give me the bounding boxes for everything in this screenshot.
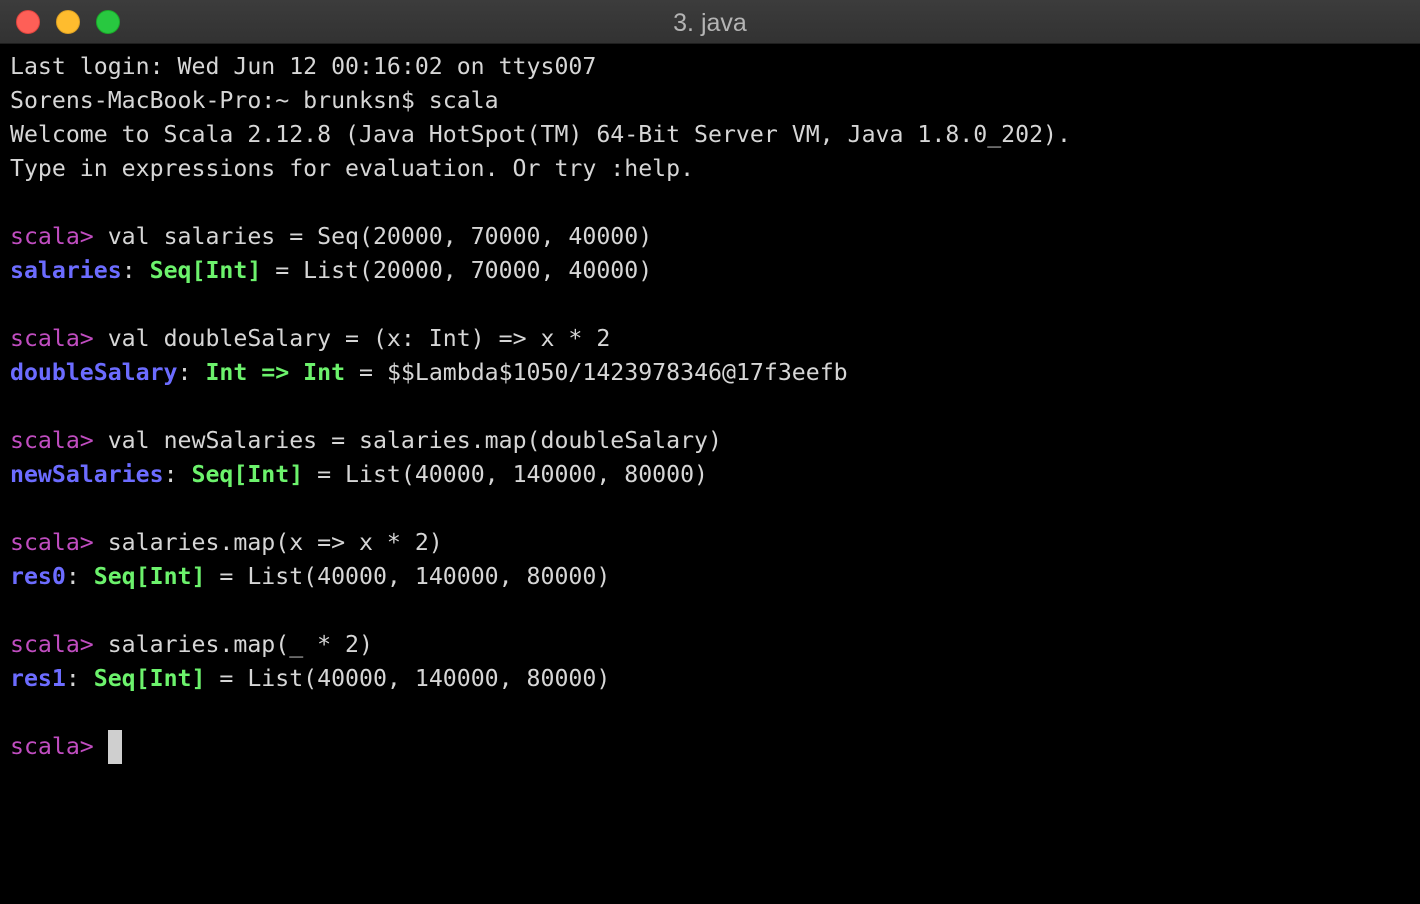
title-bar[interactable]: 3. java	[0, 0, 1420, 44]
result-separator: :	[177, 359, 206, 386]
result-type: Seq[Int]	[191, 461, 304, 488]
result-name: res1	[10, 665, 66, 692]
result-value: = $$Lambda$1050/1423978346@17f3eefb	[345, 359, 848, 386]
result-type: Int => Int	[205, 359, 346, 386]
result-name: newSalaries	[10, 461, 164, 488]
result-value: = List(40000, 140000, 80000)	[303, 461, 709, 488]
terminal-line-welcome: Welcome to Scala 2.12.8 (Java HotSpot(TM…	[10, 121, 1071, 148]
repl-prompt: scala>	[10, 223, 94, 250]
terminal-line-help-hint: Type in expressions for evaluation. Or t…	[10, 155, 695, 182]
result-separator: :	[65, 665, 94, 692]
repl-input-line: scala> val newSalaries = salaries.map(do…	[10, 424, 722, 458]
repl-input-line: scala> val doubleSalary = (x: Int) => x …	[10, 322, 610, 356]
repl-input: salaries.map(_ * 2)	[93, 631, 373, 658]
repl-result-line: doubleSalary: Int => Int = $$Lambda$1050…	[10, 356, 848, 390]
repl-result-line: salaries: Seq[Int] = List(20000, 70000, …	[10, 254, 652, 288]
result-name: res0	[10, 563, 66, 590]
repl-prompt: scala>	[10, 631, 94, 658]
result-type: Seq[Int]	[93, 665, 206, 692]
repl-input: salaries.map(x => x * 2)	[93, 529, 443, 556]
result-value: = List(20000, 70000, 40000)	[261, 257, 653, 284]
repl-prompt: scala>	[10, 733, 94, 760]
result-name: doubleSalary	[10, 359, 178, 386]
repl-input-line: scala> val salaries = Seq(20000, 70000, …	[10, 220, 652, 254]
repl-current-line[interactable]: scala>	[10, 730, 94, 764]
terminal-line-last-login: Last login: Wed Jun 12 00:16:02 on ttys0…	[10, 53, 597, 80]
repl-input: val doubleSalary = (x: Int) => x * 2	[93, 325, 611, 352]
result-separator: :	[163, 461, 192, 488]
repl-input: val newSalaries = salaries.map(doubleSal…	[93, 427, 722, 454]
result-separator: :	[65, 563, 94, 590]
terminal-cursor	[108, 730, 122, 764]
result-value: = List(40000, 140000, 80000)	[205, 665, 611, 692]
terminal-content[interactable]: Last login: Wed Jun 12 00:16:02 on ttys0…	[0, 44, 1420, 904]
result-type: Seq[Int]	[149, 257, 262, 284]
repl-input: val salaries = Seq(20000, 70000, 40000)	[93, 223, 653, 250]
repl-prompt: scala>	[10, 325, 94, 352]
repl-result-line: newSalaries: Seq[Int] = List(40000, 1400…	[10, 458, 708, 492]
result-type: Seq[Int]	[93, 563, 206, 590]
result-value: = List(40000, 140000, 80000)	[205, 563, 611, 590]
repl-prompt: scala>	[10, 529, 94, 556]
window-title: 3. java	[673, 9, 747, 37]
result-name: salaries	[10, 257, 122, 284]
repl-prompt: scala>	[10, 427, 94, 454]
repl-input-line: scala> salaries.map(_ * 2)	[10, 628, 373, 662]
terminal-window: 3. java Last login: Wed Jun 12 00:16:02 …	[0, 0, 1420, 904]
repl-input-line: scala> salaries.map(x => x * 2)	[10, 526, 443, 560]
result-separator: :	[121, 257, 150, 284]
terminal-line-shell-command: Sorens-MacBook-Pro:~ brunksn$ scala	[10, 87, 499, 114]
repl-result-line: res0: Seq[Int] = List(40000, 140000, 800…	[10, 560, 610, 594]
repl-result-line: res1: Seq[Int] = List(40000, 140000, 800…	[10, 662, 610, 696]
